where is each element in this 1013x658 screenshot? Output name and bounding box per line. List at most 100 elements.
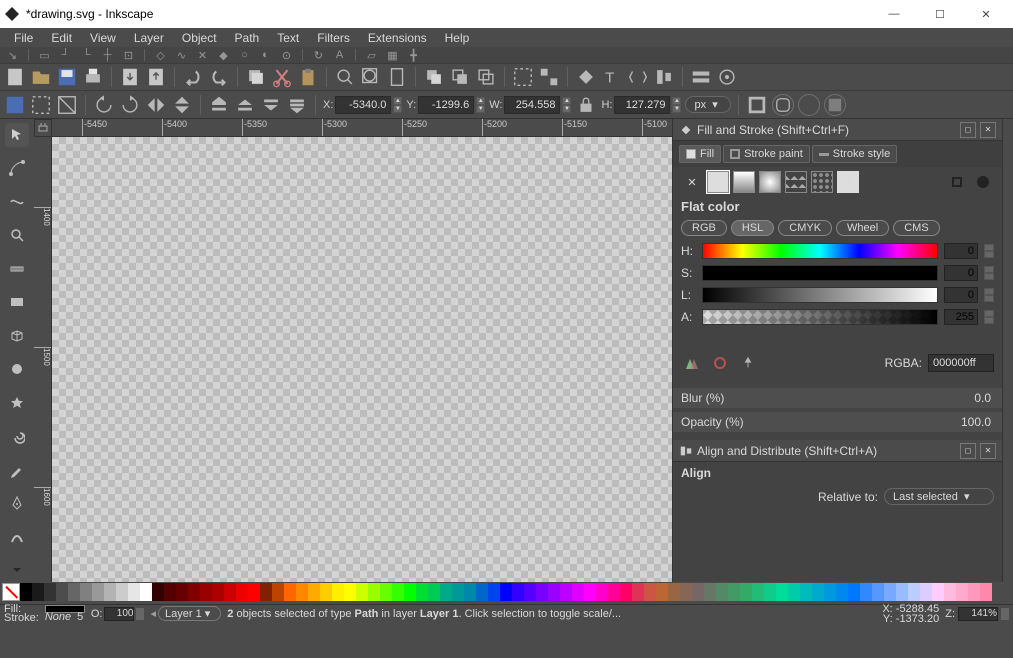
align-dialog-icon[interactable]	[653, 66, 675, 88]
palette-swatch[interactable]	[884, 583, 896, 601]
flip-v-icon[interactable]	[171, 94, 193, 116]
palette-swatch[interactable]	[68, 583, 80, 601]
calligraphy-tool-icon[interactable]	[5, 525, 29, 549]
text-dialog-icon[interactable]: T	[601, 66, 623, 88]
w-up[interactable]: ▲	[562, 97, 571, 105]
palette-swatch[interactable]	[92, 583, 104, 601]
zoom-tool-icon[interactable]	[5, 224, 29, 248]
snap-node-icon[interactable]: ◇	[152, 48, 169, 63]
palette-swatch[interactable]	[32, 583, 44, 601]
snap-text-icon[interactable]: A	[331, 48, 348, 63]
select-all-layers-icon[interactable]	[30, 94, 52, 116]
s-up[interactable]	[984, 266, 994, 273]
prefs-icon[interactable]	[690, 66, 712, 88]
snap-grid-icon[interactable]: ▦	[384, 48, 401, 63]
palette-swatch[interactable]	[752, 583, 764, 601]
palette-swatch[interactable]	[908, 583, 920, 601]
clone-icon[interactable]	[449, 66, 471, 88]
menu-path[interactable]: Path	[227, 30, 268, 46]
cut-icon[interactable]	[271, 66, 293, 88]
palette-swatch[interactable]	[932, 583, 944, 601]
h-slider[interactable]	[702, 243, 938, 259]
snap-page-icon[interactable]: ▱	[363, 48, 380, 63]
palette-swatch[interactable]	[404, 583, 416, 601]
s-down[interactable]	[984, 273, 994, 280]
print-icon[interactable]	[82, 66, 104, 88]
palette-swatch[interactable]	[848, 583, 860, 601]
palette-swatch[interactable]	[860, 583, 872, 601]
l-down[interactable]	[984, 295, 994, 302]
canvas[interactable]	[52, 137, 672, 582]
blur-value[interactable]: 0.0	[947, 391, 991, 405]
rotate-cw-icon[interactable]	[119, 94, 141, 116]
status-stroke-value[interactable]: None	[45, 613, 71, 622]
paint-unknown-icon[interactable]: ?	[837, 171, 859, 193]
select-all-icon[interactable]	[4, 94, 26, 116]
palette-swatch[interactable]	[104, 583, 116, 601]
cs-cmyk[interactable]: CMYK	[778, 220, 832, 236]
ungroup-icon[interactable]	[538, 66, 560, 88]
h-up[interactable]: ▲	[672, 97, 681, 105]
fill-dialog-icon[interactable]	[575, 66, 597, 88]
align-minimize-icon[interactable]: ◻	[960, 443, 976, 459]
palette-swatch[interactable]	[188, 583, 200, 601]
unlink-clone-icon[interactable]	[475, 66, 497, 88]
palette-swatch[interactable]	[800, 583, 812, 601]
layer-select[interactable]: Layer 1 ▾	[158, 606, 221, 621]
horizontal-ruler[interactable]: -5450-5400-5350-5300-5250-5200-5150-5100	[52, 119, 672, 137]
palette-swatch[interactable]	[740, 583, 752, 601]
ellipse-tool-icon[interactable]	[5, 358, 29, 382]
palette-swatch[interactable]	[776, 583, 788, 601]
unit-select[interactable]: px ▾	[685, 96, 730, 113]
menu-filters[interactable]: Filters	[309, 30, 358, 46]
paint-flat-icon[interactable]	[707, 171, 729, 193]
vertical-scrollbar[interactable]	[1002, 119, 1013, 582]
palette-swatch[interactable]	[212, 583, 224, 601]
cs-rgb[interactable]: RGB	[681, 220, 727, 236]
palette-swatch[interactable]	[584, 583, 596, 601]
cs-cms[interactable]: CMS	[893, 220, 939, 236]
snap-corner-icon[interactable]: └	[78, 48, 95, 63]
tab-stroke-style[interactable]: Stroke style	[812, 145, 897, 163]
group-icon[interactable]	[512, 66, 534, 88]
palette-swatch[interactable]	[872, 583, 884, 601]
a-value[interactable]	[944, 309, 978, 325]
x-up[interactable]: ▲	[393, 97, 402, 105]
align-close-icon[interactable]: ✕	[980, 443, 996, 459]
export-icon[interactable]	[145, 66, 167, 88]
menu-edit[interactable]: Edit	[43, 30, 80, 46]
panel-close-icon[interactable]: ✕	[980, 122, 996, 138]
measure-tool-icon[interactable]	[5, 257, 29, 281]
undo-icon[interactable]	[182, 66, 204, 88]
rgba-input[interactable]	[928, 354, 994, 372]
palette-swatch[interactable]	[548, 583, 560, 601]
palette-swatch[interactable]	[512, 583, 524, 601]
snap-path-icon[interactable]: ∿	[173, 48, 190, 63]
snap-enable-icon[interactable]: ↘	[4, 48, 21, 63]
paint-none-icon[interactable]: ✕	[681, 171, 703, 193]
palette-swatch[interactable]	[644, 583, 656, 601]
palette-swatch[interactable]	[356, 583, 368, 601]
x-down[interactable]: ▼	[393, 105, 402, 113]
status-opacity-input[interactable]	[104, 607, 134, 621]
affect-pattern-icon[interactable]	[824, 94, 846, 116]
palette-swatch[interactable]	[308, 583, 320, 601]
menu-object[interactable]: Object	[174, 30, 225, 46]
affect-corners-icon[interactable]	[772, 94, 794, 116]
redo-icon[interactable]	[208, 66, 230, 88]
palette-swatch[interactable]	[452, 583, 464, 601]
star-tool-icon[interactable]	[5, 391, 29, 415]
snap-center-icon[interactable]: ⊙	[278, 48, 295, 63]
y-down[interactable]: ▼	[476, 105, 485, 113]
a-slider[interactable]	[702, 309, 938, 325]
palette-swatch[interactable]	[836, 583, 848, 601]
save-document-icon[interactable]	[56, 66, 78, 88]
palette-swatch[interactable]	[764, 583, 776, 601]
palette-swatch[interactable]	[608, 583, 620, 601]
palette-swatch[interactable]	[560, 583, 572, 601]
palette-swatch[interactable]	[464, 583, 476, 601]
fill-rule-evenodd-icon[interactable]	[946, 171, 968, 193]
palette-swatch[interactable]	[524, 583, 536, 601]
snap-edge-mid-icon[interactable]: ┼	[99, 48, 116, 63]
h-down[interactable]	[984, 251, 994, 258]
